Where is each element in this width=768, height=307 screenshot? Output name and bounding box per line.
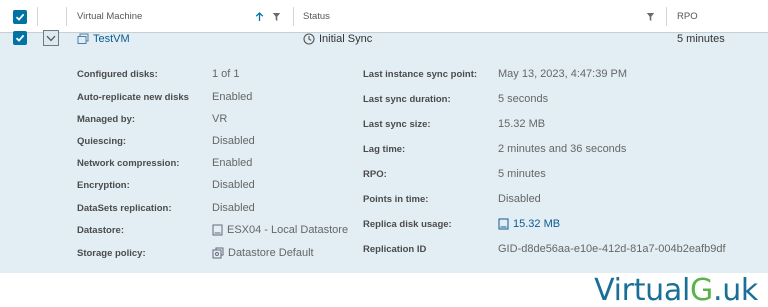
column-separator bbox=[66, 7, 67, 26]
detail-value: 5 minutes bbox=[498, 168, 546, 180]
row-detail-pane: Configured disks: 1 of 1 Auto-replicate … bbox=[62, 55, 768, 273]
detail-value: Disabled bbox=[498, 193, 541, 205]
column-header-rpo-label: RPO bbox=[677, 11, 698, 22]
detail-label: DataSets replication: bbox=[77, 203, 172, 214]
detail-value: May 13, 2023, 4:47:39 PM bbox=[498, 68, 628, 80]
clock-icon bbox=[303, 33, 315, 45]
replica-disk-usage-value: 15.32 MB bbox=[498, 217, 560, 231]
vm-name-link[interactable]: TestVM bbox=[93, 33, 130, 45]
detail-value: Enabled bbox=[212, 91, 253, 103]
detail-label: Replication ID bbox=[363, 244, 427, 255]
column-separator bbox=[293, 7, 294, 26]
grid-header: Virtual Machine Status RPO bbox=[0, 0, 768, 33]
column-separator bbox=[37, 7, 38, 26]
vm-icon bbox=[77, 33, 89, 44]
logo-text-uk: .uk bbox=[712, 273, 758, 307]
row-expand-toggle[interactable] bbox=[43, 30, 59, 46]
detail-value: Disabled bbox=[212, 179, 255, 191]
storage-policy-icon bbox=[212, 247, 224, 259]
column-header-vm[interactable]: Virtual Machine bbox=[77, 0, 142, 33]
detail-label: Replica disk usage: bbox=[363, 219, 452, 230]
detail-label: Lag time: bbox=[363, 144, 406, 155]
detail-label: Last sync duration: bbox=[363, 94, 451, 105]
detail-value: Disabled bbox=[212, 135, 255, 147]
select-all-cell bbox=[13, 0, 27, 33]
storage-policy-value: Datastore Default bbox=[212, 246, 314, 260]
datastore-value: ESX04 - Local Datastore bbox=[212, 223, 348, 237]
detail-value: 2 minutes and 36 seconds bbox=[498, 143, 627, 155]
datastore-text: ESX04 - Local Datastore bbox=[227, 224, 349, 236]
detail-label: Quiescing: bbox=[77, 136, 127, 147]
detail-value: 5 seconds bbox=[498, 93, 549, 105]
detail-label: Datastore: bbox=[77, 225, 124, 236]
detail-label: Encryption: bbox=[77, 180, 130, 191]
column-separator bbox=[666, 7, 667, 26]
detail-value: Disabled bbox=[212, 202, 255, 214]
filter-icon[interactable] bbox=[646, 12, 655, 22]
column-header-vm-label: Virtual Machine bbox=[77, 11, 143, 22]
disk-icon bbox=[498, 218, 509, 230]
detail-label: Last sync size: bbox=[363, 119, 431, 130]
replication-datagrid: Virtual Machine Status RPO TestVM Initia… bbox=[0, 0, 768, 273]
virtualg-logo: VirtualG.uk bbox=[594, 274, 758, 307]
checkmark-icon bbox=[15, 34, 25, 42]
rpo-cell: 5 minutes bbox=[677, 31, 725, 47]
datastore-icon bbox=[212, 224, 223, 236]
logo-text-g: G bbox=[690, 273, 713, 307]
vm-name-cell: TestVM bbox=[77, 31, 130, 47]
detail-label: Auto-replicate new disks bbox=[77, 92, 189, 103]
detail-label: Managed by: bbox=[77, 114, 136, 125]
status-cell: Initial Sync bbox=[303, 31, 372, 47]
status-text: Initial Sync bbox=[319, 33, 373, 45]
detail-value: 1 of 1 bbox=[212, 68, 240, 80]
logo-text-virtual: Virtual bbox=[594, 273, 691, 307]
detail-label: RPO: bbox=[363, 169, 387, 180]
rpo-value: 5 minutes bbox=[677, 33, 725, 45]
detail-value: GID-d8de56aa-e10e-412d-81a7-004b2eafb9df bbox=[498, 243, 726, 255]
storage-policy-text: Datastore Default bbox=[228, 247, 314, 259]
detail-value: 15.32 MB bbox=[498, 118, 546, 130]
filter-icon[interactable] bbox=[272, 12, 281, 22]
replica-disk-usage-link[interactable]: 15.32 MB bbox=[513, 217, 560, 231]
checkmark-icon bbox=[15, 13, 25, 21]
detail-label: Points in time: bbox=[363, 194, 429, 205]
column-header-status[interactable]: Status bbox=[303, 0, 330, 33]
column-header-rpo[interactable]: RPO bbox=[677, 0, 698, 33]
detail-label: Last instance sync point: bbox=[363, 69, 478, 80]
select-all-checkbox[interactable] bbox=[13, 9, 27, 24]
detail-value: Enabled bbox=[212, 157, 253, 169]
sort-arrow-up-icon[interactable] bbox=[255, 12, 264, 22]
column-header-status-label: Status bbox=[303, 11, 330, 22]
chevron-down-icon bbox=[46, 35, 56, 41]
detail-value: VR bbox=[212, 113, 228, 125]
row-checkbox[interactable] bbox=[13, 31, 27, 45]
detail-label: Network compression: bbox=[77, 158, 180, 169]
detail-label: Storage policy: bbox=[77, 248, 146, 259]
detail-label: Configured disks: bbox=[77, 69, 158, 80]
